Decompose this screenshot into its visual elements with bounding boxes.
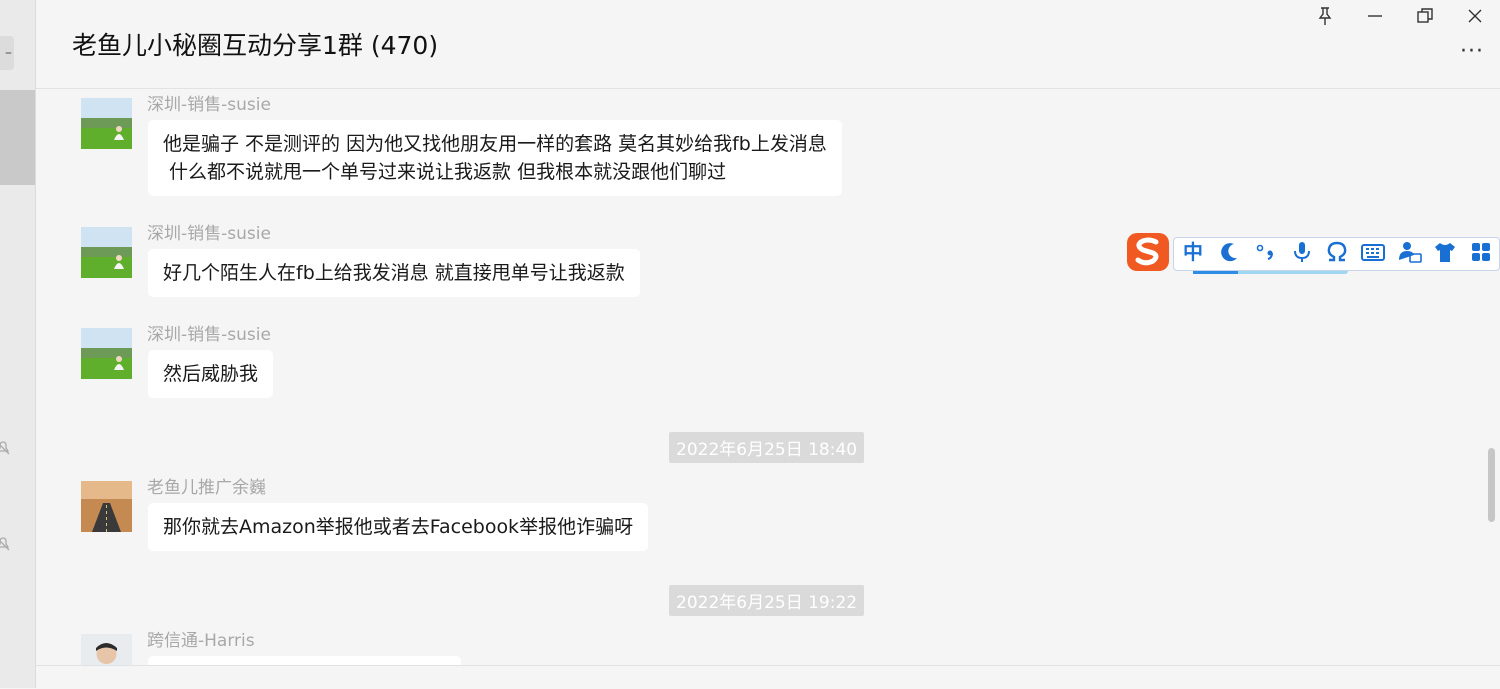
group-title: 老鱼儿小秘圈互动分享1群 (470) <box>72 31 439 60</box>
add-button-label: – <box>5 45 12 61</box>
close-icon[interactable] <box>1463 4 1487 28</box>
grid-icon[interactable] <box>1466 238 1496 266</box>
keyboard-icon[interactable] <box>1358 238 1388 266</box>
chat-header: 老鱼儿小秘圈互动分享1群 (470) ··· <box>36 0 1500 89</box>
avatar[interactable] <box>81 328 132 379</box>
message-bubble[interactable]: 好几个陌生人在fb上给我发消息 就直接甩单号让我返款 <box>148 249 640 297</box>
sender-name: 深圳-销售-susie <box>147 224 271 244</box>
punctuation-icon[interactable] <box>1251 238 1281 266</box>
more-options-button[interactable]: ··· <box>1460 41 1490 66</box>
user-card-icon[interactable] <box>1395 238 1425 266</box>
message-bubble[interactable]: 然后威胁我 <box>148 350 274 398</box>
message-bubble[interactable] <box>148 656 461 665</box>
mute-bell-icon <box>0 537 10 551</box>
pin-icon[interactable] <box>1313 4 1337 28</box>
message-bubble[interactable]: 他是骗子 不是测评的 因为他又找他朋友用一样的套路 莫名其妙给我fb上发消息 什… <box>148 120 842 196</box>
sender-name: 深圳-销售-susie <box>147 325 271 345</box>
sender-name: 老鱼儿推广余巍 <box>147 478 266 498</box>
timestamp: 2022年6月25日 19:22 <box>669 585 865 616</box>
add-button[interactable]: – <box>0 36 14 70</box>
timestamp: 2022年6月25日 18:40 <box>669 432 865 463</box>
chat-window: 老鱼儿小秘圈互动分享1群 (470) ··· 深圳-销售-susie 他是骗子 … <box>36 0 1500 689</box>
selected-conversation[interactable] <box>0 90 35 185</box>
moon-icon[interactable] <box>1215 238 1245 266</box>
input-toolbar <box>36 665 1500 689</box>
avatar[interactable] <box>81 634 132 665</box>
conversation-list-edge: – 47 天 天 天 天 天 <box>0 0 36 688</box>
omega-icon[interactable] <box>1322 238 1352 266</box>
sender-name: 跨信通-Harris <box>147 631 255 651</box>
sogou-logo-icon[interactable] <box>1125 230 1171 274</box>
message-list[interactable]: 深圳-销售-susie 他是骗子 不是测评的 因为他又找他朋友用一样的套路 莫名… <box>36 89 1500 665</box>
ime-mode-label[interactable]: 中 <box>1178 238 1208 266</box>
avatar[interactable] <box>81 481 132 532</box>
ime-toolbar[interactable]: 中 <box>1125 230 1500 274</box>
avatar[interactable] <box>81 227 132 278</box>
scrollbar-thumb[interactable] <box>1488 448 1495 522</box>
sender-name: 深圳-销售-susie <box>147 95 271 115</box>
avatar[interactable] <box>81 98 132 149</box>
mute-bell-icon <box>0 441 10 455</box>
message-bubble[interactable]: 那你就去Amazon举报他或者去Facebook举报他诈骗呀 <box>148 503 649 551</box>
minimize-icon[interactable] <box>1363 4 1387 28</box>
restore-icon[interactable] <box>1413 4 1437 28</box>
microphone-icon[interactable] <box>1287 238 1317 266</box>
shirt-icon[interactable] <box>1430 238 1460 266</box>
